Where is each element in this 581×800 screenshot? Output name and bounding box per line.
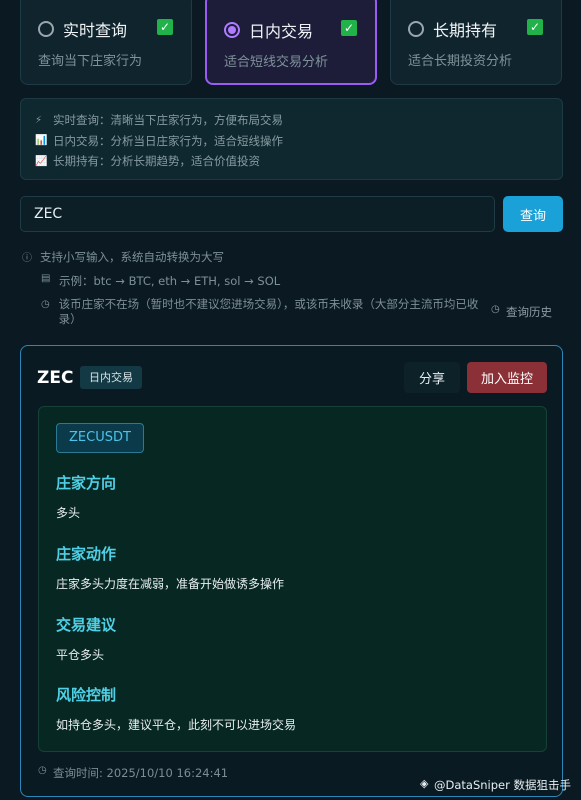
mode-title-realtime: 实时查询 [63,21,128,40]
mode-selector: 实时查询 ✓ 查询当下庄家行为 日内交易 ✓ 适合短线交易分析 长期持有 ✓ 适… [20,0,563,86]
query-history-label: 查询历史 [506,305,552,319]
query-time-text: 查询时间: 2025/10/10 16:24:41 [53,766,229,780]
result-card: ZEC 日内交易 分享 加入监控 ZECUSDT 庄家方向 多头 庄家动作 庄家… [20,345,563,797]
checkbox-intraday[interactable]: ✓ [341,20,357,36]
clock-icon: ◷ [491,304,500,315]
tip-row: ⚡ 实时查询：清晰当下庄家行为，方便布局交易 [35,110,548,131]
mode-desc-intraday: 适合短线交易分析 [224,55,329,70]
tip-text: 实时查询：清晰当下庄家行为，方便布局交易 [53,113,283,128]
section-title-action: 庄家动作 [56,545,117,563]
info-icon: ⓘ [22,253,32,264]
mode-card-longterm[interactable]: 长期持有 ✓ 适合长期投资分析 [390,0,562,85]
hint-notice: ◷ 该币庄家不在场（暂时也不建议您进场交易），或该币未收录（大部分主流币均已收录… [41,297,481,327]
clock-icon: ◷ [38,765,47,776]
mode-desc-longterm: 适合长期投资分析 [408,54,513,69]
query-button[interactable]: 查询 [503,196,563,232]
section-text-action: 庄家多头力度在减弱，准备开始做诱多操作 [56,577,285,591]
tip-row: 📈 长期持有：分析长期趋势，适合价值投资 [35,151,548,172]
section-title-direction: 庄家方向 [56,474,117,492]
analysis-panel: ZECUSDT 庄家方向 多头 庄家动作 庄家多头力度在减弱，准备开始做诱多操作… [38,406,547,752]
trading-pair-badge: ZECUSDT [56,423,144,453]
mode-title-intraday: 日内交易 [249,22,314,41]
watermark: ◈ @DataSniper 数据狙击手 [420,777,571,793]
mode-title-longterm: 长期持有 [433,21,498,40]
result-symbol: ZEC [37,368,74,388]
document-icon: ▤ [41,273,51,284]
tip-text: 日内交易：分析当日庄家行为，适合短线操作 [53,133,283,148]
bar-chart-icon: 📊 [35,135,48,147]
watermark-text: @DataSniper 数据狙击手 [434,778,571,792]
checkbox-realtime[interactable]: ✓ [157,19,173,35]
checkbox-longterm[interactable]: ✓ [527,19,543,35]
trend-chart-icon: 📈 [35,155,48,167]
section-title-advice: 交易建议 [56,616,117,634]
mode-tips-box: ⚡ 实时查询：清晰当下庄家行为，方便布局交易 📊 日内交易：分析当日庄家行为，适… [20,98,563,180]
radio-intraday[interactable] [224,22,240,38]
mode-desc-realtime: 查询当下庄家行为 [38,54,143,69]
mode-card-intraday[interactable]: 日内交易 ✓ 适合短线交易分析 [205,0,377,85]
section-text-advice: 平仓多头 [56,648,105,662]
tip-text: 长期持有：分析长期趋势，适合价值投资 [53,154,260,169]
add-monitor-button[interactable]: 加入监控 [467,362,547,393]
result-mode-badge: 日内交易 [80,366,142,389]
query-time: ◷ 查询时间: 2025/10/10 16:24:41 [38,765,228,781]
clock-icon: ◷ [41,299,50,310]
share-button[interactable]: 分享 [404,362,460,393]
symbol-search-input[interactable] [20,196,495,232]
lightning-icon: ⚡ [35,114,43,126]
logo-icon: ◈ [420,777,429,790]
hint-example: ▤ 示例：btc → BTC, eth → ETH, sol → SOL [41,273,280,289]
query-history-link[interactable]: ◷ 查询历史 [491,304,552,320]
radio-realtime[interactable] [38,21,54,37]
section-text-direction: 多头 [56,506,81,520]
hint-example-text: 示例：btc → BTC, eth → ETH, sol → SOL [59,274,281,288]
radio-longterm[interactable] [408,21,424,37]
mode-card-realtime[interactable]: 实时查询 ✓ 查询当下庄家行为 [20,0,192,85]
hint-notice-text: 该币庄家不在场（暂时也不建议您进场交易），或该币未收录（大部分主流币均已收录） [58,297,479,326]
hint-uppercase: ⓘ 支持小写输入，系统自动转换为大写 [22,249,224,265]
hint-uppercase-text: 支持小写输入，系统自动转换为大写 [40,250,224,264]
tip-row: 📊 日内交易：分析当日庄家行为，适合短线操作 [35,131,548,152]
section-title-risk: 风险控制 [56,686,117,704]
section-text-risk: 如持仓多头，建议平仓，此刻不可以进场交易 [56,718,297,732]
